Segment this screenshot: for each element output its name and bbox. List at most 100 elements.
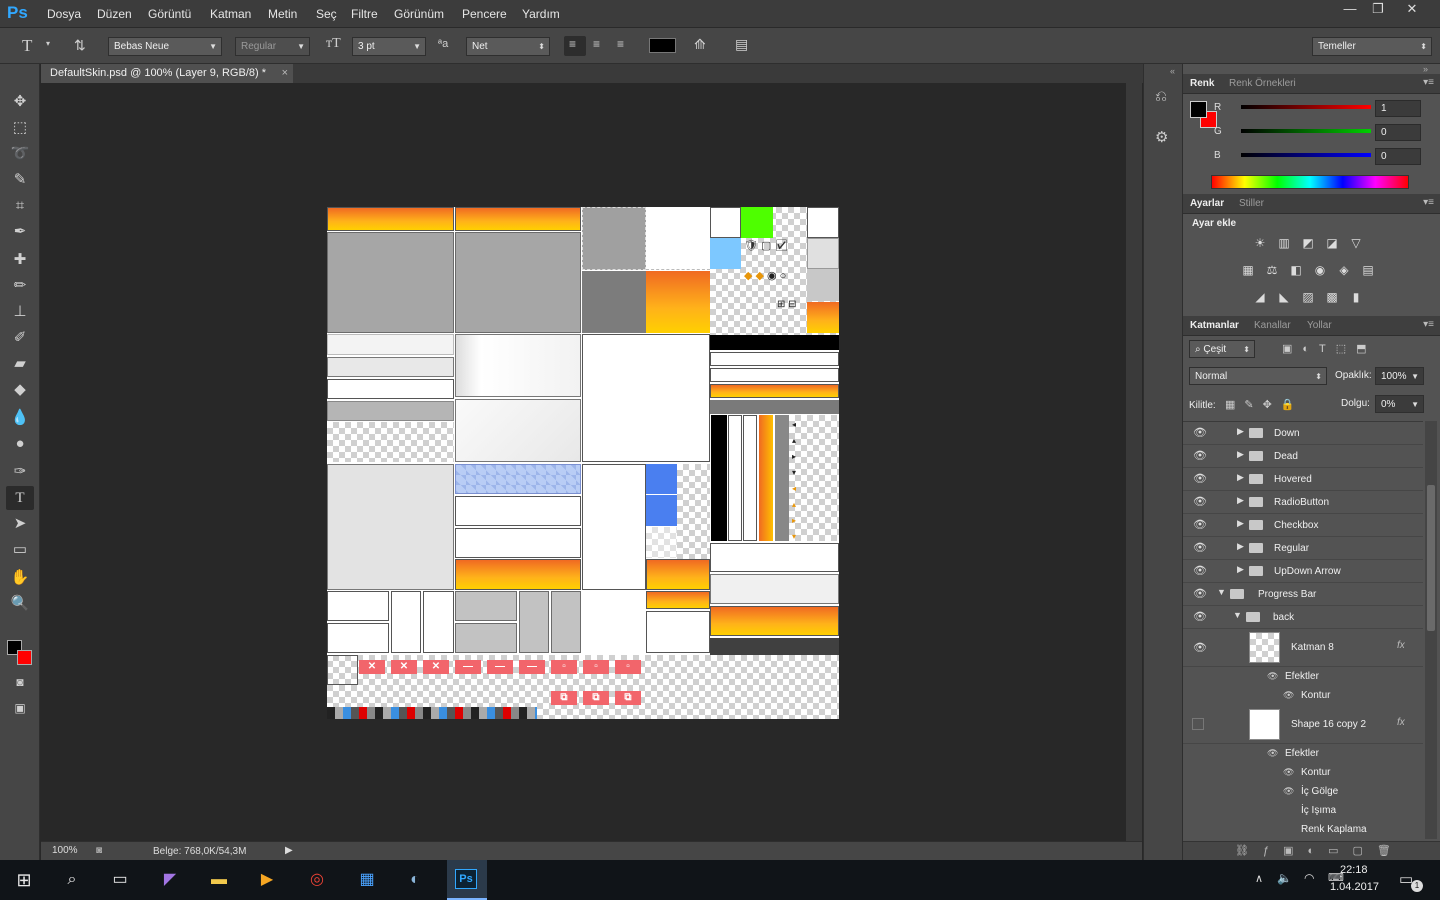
clone-stamp-tool-icon[interactable]: ⊥ xyxy=(6,300,34,324)
font-style-select[interactable]: Regular ▼ xyxy=(235,37,310,56)
brightness-icon[interactable]: ☀ xyxy=(1252,236,1268,250)
effect-eye-icon[interactable]: 👁 xyxy=(1267,671,1278,682)
color-balance-icon[interactable]: ⚖ xyxy=(1264,263,1280,277)
close-tab-icon[interactable]: × xyxy=(282,64,288,83)
layer-group-row[interactable]: 👁 ▶ Down xyxy=(1183,422,1423,445)
blend-mode-select[interactable]: Normal ⬍ xyxy=(1189,367,1327,385)
menu-metin[interactable]: Metin xyxy=(268,7,297,21)
gradient-map-icon[interactable]: ▩ xyxy=(1324,290,1340,304)
zoom-tool-icon[interactable]: 🔍 xyxy=(6,592,34,616)
collapse-triangle-icon[interactable]: ▼ xyxy=(1233,610,1242,620)
quick-selection-tool-icon[interactable]: ✎ xyxy=(6,168,34,192)
panel-foreground-swatch[interactable] xyxy=(1190,101,1207,118)
task-view-icon[interactable]: ▭ xyxy=(108,868,132,892)
expand-triangle-icon[interactable]: ▶ xyxy=(1237,426,1244,437)
steam-icon[interactable]: ◐ xyxy=(403,868,427,892)
expand-triangle-icon[interactable]: ▶ xyxy=(1237,449,1244,460)
text-color-swatch[interactable] xyxy=(649,38,676,53)
visibility-eye-icon[interactable]: 👁 xyxy=(1193,518,1207,531)
effects-row[interactable]: 👁 Efektler xyxy=(1183,667,1423,686)
layers-scrollbar[interactable] xyxy=(1425,421,1437,839)
expand-triangle-icon[interactable]: ▶ xyxy=(1237,495,1244,506)
expand-triangle-icon[interactable]: ▶ xyxy=(1237,518,1244,529)
volume-icon[interactable]: 🔈 xyxy=(1277,871,1292,885)
menu-gorunum[interactable]: Görünüm xyxy=(394,7,444,21)
clock-time[interactable]: 22:18 xyxy=(1340,864,1368,876)
effect-eye-icon[interactable]: 👁 xyxy=(1283,786,1294,797)
collapse-icon[interactable]: « xyxy=(1170,66,1175,76)
photo-filter-icon[interactable]: ◉ xyxy=(1312,263,1328,277)
text-orientation-icon[interactable]: ⇅ xyxy=(74,37,86,54)
menu-duzen[interactable]: Düzen xyxy=(97,7,132,21)
expand-triangle-icon[interactable]: ▶ xyxy=(1237,472,1244,483)
path-selection-tool-icon[interactable]: ➤ xyxy=(6,512,34,536)
levels-icon[interactable]: ▥ xyxy=(1276,236,1292,250)
panel-menu-icon[interactable]: ▾≡ xyxy=(1423,77,1434,88)
panel-menu-icon[interactable]: ▾≡ xyxy=(1423,319,1434,330)
effect-row[interactable]: 👁 Efektler xyxy=(1183,744,1423,763)
visual-studio-icon[interactable]: ◤ xyxy=(158,868,182,892)
channel-mixer-icon[interactable]: ◈ xyxy=(1336,263,1352,277)
color-lookup-icon[interactable]: ▤ xyxy=(1360,263,1376,277)
effect-row[interactable]: 👁 Kontur xyxy=(1183,763,1423,782)
dodge-tool-icon[interactable]: ● xyxy=(6,432,34,456)
threshold-icon[interactable]: ▨ xyxy=(1300,290,1316,304)
chrome-icon[interactable]: ◎ xyxy=(305,868,329,892)
layer-group-row-open[interactable]: 👁 ▼ Progress Bar xyxy=(1183,583,1423,606)
tab-kanallar[interactable]: Kanallar xyxy=(1254,320,1291,331)
properties-panel-icon[interactable]: ⚙ xyxy=(1155,128,1168,146)
effect-eye-icon[interactable]: 👁 xyxy=(1283,690,1294,701)
layer-group-row-open[interactable]: 👁 ▼ back xyxy=(1183,606,1423,629)
antialias-select[interactable]: Net ⬍ xyxy=(466,37,550,56)
color-spectrum[interactable] xyxy=(1211,175,1409,189)
visibility-eye-icon[interactable]: 👁 xyxy=(1193,541,1207,554)
effect-row[interactable]: Renk Kaplama xyxy=(1183,820,1423,839)
visibility-eye-icon[interactable]: 👁 xyxy=(1193,472,1207,485)
visibility-toggle-empty[interactable] xyxy=(1192,718,1204,730)
effect-row[interactable]: İç Işıma xyxy=(1183,801,1423,820)
network-icon[interactable]: ◠ xyxy=(1304,871,1314,885)
menu-dosya[interactable]: Dosya xyxy=(47,7,81,21)
warp-text-icon[interactable]: ⟰ xyxy=(694,36,706,53)
document-image[interactable]: 🛡 ▢ ☑ ◆ ◆ ◉ ○ ⊞ ⊟ ◂ ▴ ▸ ▾ ◂ ▴ ▸ ▾ ✕ ✕ ✕ … xyxy=(327,207,839,719)
font-family-select[interactable]: Bebas Neue ▼ xyxy=(108,37,222,56)
workspace-select[interactable]: Temeller ⬍ xyxy=(1312,37,1432,56)
zoom-level[interactable]: 100% xyxy=(52,845,78,856)
tab-renk-ornekleri[interactable]: Renk Örnekleri xyxy=(1229,78,1296,89)
blue-slider[interactable] xyxy=(1241,153,1371,157)
visibility-eye-icon[interactable]: 👁 xyxy=(1193,610,1207,623)
layer-filter-select[interactable]: ⌕ Çeşit ⬍ xyxy=(1189,340,1255,358)
green-slider[interactable] xyxy=(1241,129,1371,133)
visibility-eye-icon[interactable]: 👁 xyxy=(1193,587,1207,600)
menu-yardim[interactable]: Yardım xyxy=(522,7,560,21)
menu-goruntu[interactable]: Görüntü xyxy=(148,7,191,21)
layer-group-row[interactable]: 👁 ▶ UpDown Arrow xyxy=(1183,560,1423,583)
tab-ayarlar[interactable]: Ayarlar xyxy=(1190,198,1224,209)
tab-stiller[interactable]: Stiller xyxy=(1239,198,1264,209)
layer-filter-icons[interactable]: ▣◐T⬚⬒ xyxy=(1282,342,1377,355)
menu-pencere[interactable]: Pencere xyxy=(462,7,507,21)
close-button[interactable]: ✕ xyxy=(1396,0,1428,20)
menu-sec[interactable]: Seç xyxy=(316,7,337,21)
fx-icon[interactable]: fx xyxy=(1397,717,1405,728)
preset-arrow-icon[interactable]: ▾ xyxy=(46,39,50,48)
eyedropper-tool-icon[interactable]: ✒ xyxy=(6,220,34,244)
marquee-tool-icon[interactable]: ⬚ xyxy=(6,116,34,140)
vertical-scrollbar[interactable] xyxy=(1126,83,1142,841)
invert-icon[interactable]: ◢ xyxy=(1252,290,1268,304)
eraser-tool-icon[interactable]: ▰ xyxy=(6,352,34,376)
layer-row[interactable]: 👁 Katman 8 fx xyxy=(1183,629,1423,667)
search-icon[interactable]: ⌕ xyxy=(60,868,84,892)
align-center-button[interactable]: ≡ xyxy=(593,37,600,51)
layer-group-row[interactable]: 👁 ▶ Checkbox xyxy=(1183,514,1423,537)
lock-icons[interactable]: ▦✎✥🔒 xyxy=(1225,398,1304,411)
move-tool-icon[interactable]: ✥ xyxy=(6,90,34,114)
expand-triangle-icon[interactable]: ▶ xyxy=(1237,564,1244,575)
black-white-icon[interactable]: ◧ xyxy=(1288,263,1304,277)
status-menu-arrow-icon[interactable]: ▶ xyxy=(285,845,293,856)
red-value[interactable]: 1 xyxy=(1375,100,1421,117)
fill-input[interactable]: 0% ▼ xyxy=(1375,395,1424,413)
pen-tool-icon[interactable]: ✑ xyxy=(6,460,34,484)
layer-group-row[interactable]: 👁 ▶ Hovered xyxy=(1183,468,1423,491)
effect-row[interactable]: 👁 Kontur xyxy=(1183,686,1423,705)
